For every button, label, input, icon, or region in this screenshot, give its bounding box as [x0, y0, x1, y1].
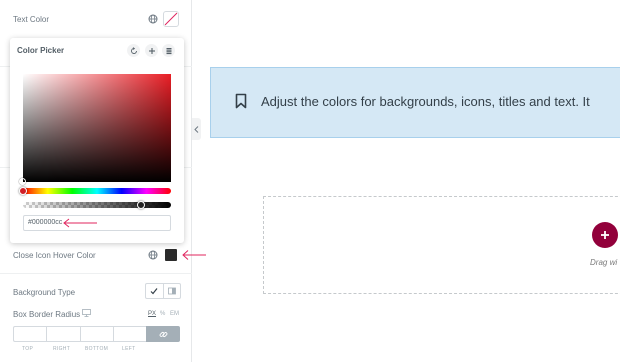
radius-top-input[interactable]	[13, 326, 47, 342]
plus-icon[interactable]	[145, 44, 158, 57]
drag-widget-hint: Drag wi	[590, 258, 618, 267]
hue-slider[interactable]	[23, 188, 171, 194]
editor-panel: Text Color Color Picker #000000cc Close …	[0, 0, 192, 362]
saturation-handle[interactable]	[19, 178, 26, 185]
border-radius-inputs	[13, 326, 180, 342]
dimension-label-left: LEFT	[122, 346, 136, 352]
unit-em[interactable]: EM	[170, 311, 179, 317]
empty-section-dropzone[interactable]	[263, 196, 620, 294]
link-icon[interactable]	[146, 326, 180, 342]
desktop-icon[interactable]	[80, 307, 92, 319]
color-picker-title: Color Picker	[17, 46, 65, 55]
plus-icon	[601, 231, 609, 239]
dimension-label-right: RIGHT	[53, 346, 71, 352]
hue-slider-handle[interactable]	[19, 187, 27, 195]
chevron-left-icon	[194, 125, 199, 133]
radius-right-input[interactable]	[46, 326, 80, 342]
color-picker-popover: Color Picker #000000cc	[10, 38, 184, 243]
background-type-label: Background Type	[13, 288, 76, 297]
alpha-slider[interactable]	[23, 202, 171, 208]
background-type-toggle[interactable]	[145, 283, 181, 299]
radius-bottom-input[interactable]	[79, 326, 113, 342]
divider	[0, 273, 192, 274]
close-icon-hover-swatch[interactable]	[165, 249, 177, 261]
panel-collapse-button[interactable]	[192, 118, 201, 140]
unit-percent[interactable]: %	[160, 311, 165, 317]
notice-text: Adjust the colors for backgrounds, icons…	[261, 94, 590, 109]
notice-alert: Adjust the colors for backgrounds, icons…	[210, 67, 620, 138]
globe-icon[interactable]	[145, 11, 161, 27]
close-icon-hover-color-label: Close Icon Hover Color	[13, 251, 96, 260]
check-icon[interactable]	[146, 284, 163, 298]
alpha-slider-handle[interactable]	[137, 201, 145, 209]
text-color-label: Text Color	[13, 15, 50, 24]
radius-left-input[interactable]	[112, 326, 146, 342]
library-icon[interactable]	[162, 44, 175, 57]
dimension-label-top: TOP	[22, 346, 34, 352]
text-color-swatch[interactable]	[163, 11, 179, 27]
gradient-icon[interactable]	[162, 284, 181, 298]
globe-icon[interactable]	[145, 247, 161, 263]
bookmark-icon	[235, 93, 247, 109]
box-border-radius-label: Box Border Radius	[13, 310, 81, 319]
dimension-label-bottom: BOTTOM	[85, 346, 109, 352]
add-section-button[interactable]	[592, 222, 618, 248]
arrow-left-icon	[63, 218, 97, 228]
unit-px[interactable]: PX	[148, 311, 156, 317]
saturation-value-area[interactable]	[23, 74, 171, 182]
reset-icon[interactable]	[127, 44, 140, 57]
arrow-left-icon	[182, 250, 206, 260]
